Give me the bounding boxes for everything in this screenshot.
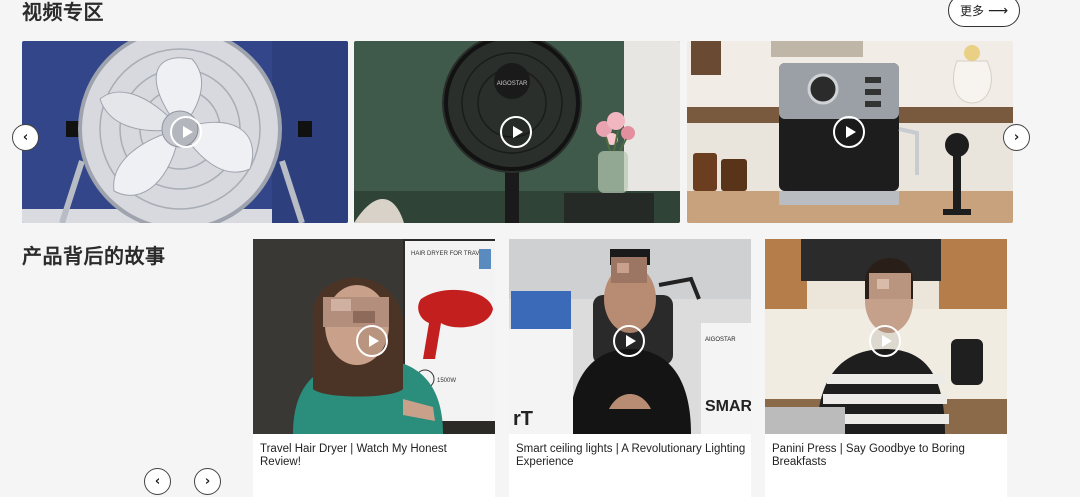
- play-icon[interactable]: [613, 325, 645, 357]
- story-card-smart-ceiling-lights[interactable]: rT AIGOSTAR SMAR Smart ceiling lights | …: [509, 239, 751, 497]
- story-prev-button[interactable]: ‹: [144, 468, 171, 495]
- svg-text:rT: rT: [513, 408, 533, 430]
- chevron-left-icon: ‹: [154, 474, 161, 489]
- box-spec: 1500W: [437, 378, 456, 384]
- story-section-title: 产品背后的故事: [22, 244, 166, 268]
- more-label: 更多: [959, 4, 984, 18]
- video-card-floor-fan[interactable]: [22, 41, 348, 223]
- story-caption: Panini Press | Say Goodbye to Boring Bre…: [772, 443, 965, 468]
- fan-brand-text: AIGOSTAR: [497, 81, 528, 87]
- more-button[interactable]: 更多 ⟶: [948, 0, 1020, 27]
- chevron-right-icon: ›: [204, 474, 211, 489]
- video-prev-button[interactable]: ‹: [12, 124, 39, 151]
- box-text: HAIR DRYER FOR TRAVEL: [411, 251, 487, 257]
- video-card-espresso-machine[interactable]: [687, 41, 1013, 223]
- box-brand: AIGOSTAR: [705, 337, 736, 343]
- chevron-left-icon: ‹: [22, 130, 29, 145]
- story-card-hair-dryer[interactable]: HAIR DRYER FOR TRAVEL 1500W Travel Hair …: [253, 239, 495, 497]
- story-next-button[interactable]: ›: [194, 468, 221, 495]
- play-icon[interactable]: [356, 325, 388, 357]
- video-next-button[interactable]: ›: [1003, 124, 1030, 151]
- play-icon[interactable]: [869, 325, 901, 357]
- video-section-title: 视频专区: [22, 0, 104, 24]
- chevron-right-icon: ›: [1013, 130, 1020, 145]
- play-icon[interactable]: [500, 116, 532, 148]
- arrow-right-icon: ⟶: [987, 2, 1009, 19]
- story-caption: Smart ceiling lights | A Revolutionary L…: [516, 443, 746, 468]
- story-card-panini-press[interactable]: Panini Press | Say Goodbye to Boring Bre…: [765, 239, 1007, 497]
- play-icon[interactable]: [833, 116, 865, 148]
- story-caption: Travel Hair Dryer | Watch My Honest Revi…: [260, 443, 447, 468]
- play-icon[interactable]: [170, 116, 202, 148]
- video-card-pedestal-fan[interactable]: AIGOSTAR: [354, 41, 680, 223]
- box-big-text: SMAR: [705, 398, 751, 415]
